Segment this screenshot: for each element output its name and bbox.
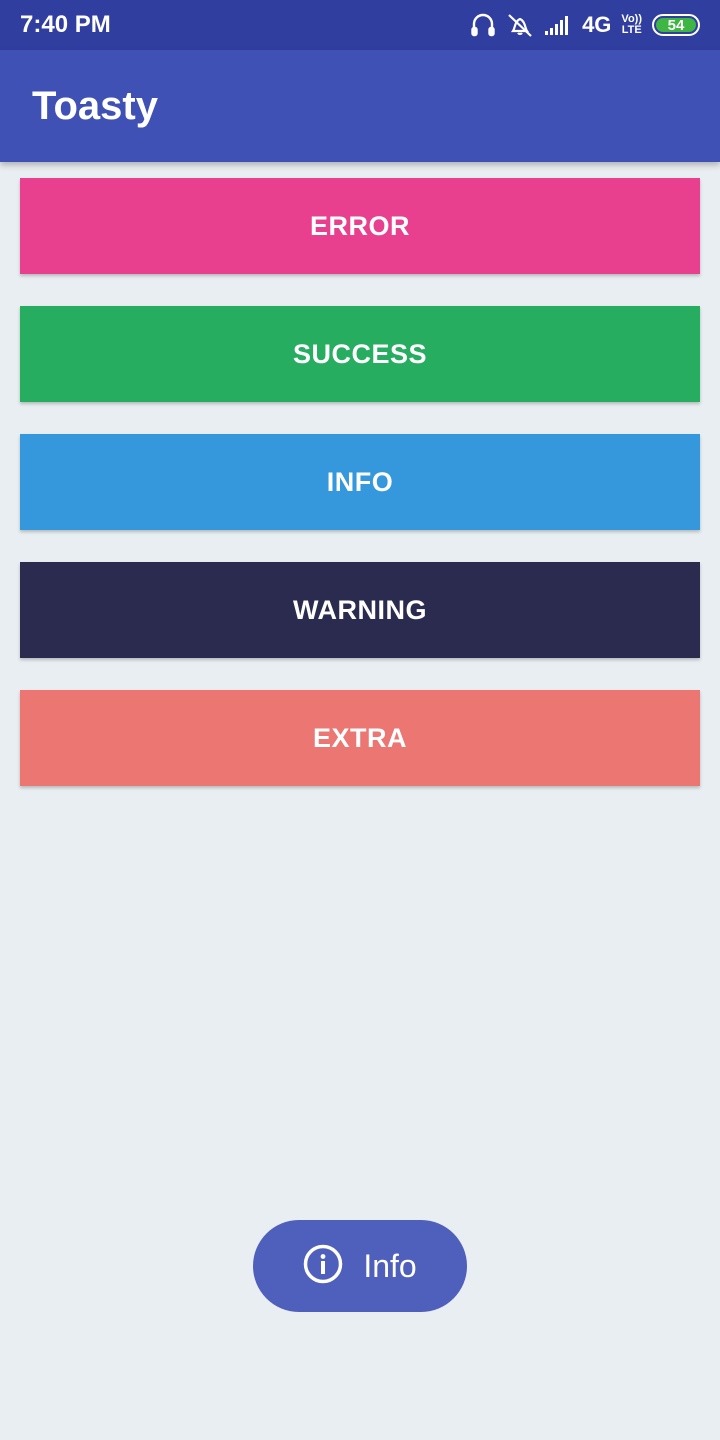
status-time: 7:40 PM <box>20 11 111 38</box>
info-icon <box>303 1244 343 1289</box>
info-button[interactable]: INFO <box>20 434 700 530</box>
volte-bottom: LTE <box>621 24 642 36</box>
app-title: Toasty <box>32 83 158 128</box>
status-bar: 7:40 PM 4G Vo)) LTE 54 <box>0 0 720 50</box>
app-bar: Toasty <box>0 50 720 162</box>
vibrate-off-icon <box>506 12 534 38</box>
signal-icon <box>544 14 572 36</box>
status-icons: 4G Vo)) LTE 54 <box>470 12 700 38</box>
warning-button[interactable]: WARNING <box>20 562 700 658</box>
error-button[interactable]: ERROR <box>20 178 700 274</box>
battery-level: 54 <box>667 16 685 34</box>
success-button[interactable]: SUCCESS <box>20 306 700 402</box>
volte-indicator: Vo)) LTE <box>621 14 642 36</box>
extra-button[interactable]: EXTRA <box>20 690 700 786</box>
network-type: 4G <box>582 12 612 37</box>
toast-text: Info <box>363 1247 417 1284</box>
battery-icon: 54 <box>652 14 700 36</box>
info-toast: Info <box>253 1220 467 1312</box>
headset-icon <box>470 12 496 38</box>
